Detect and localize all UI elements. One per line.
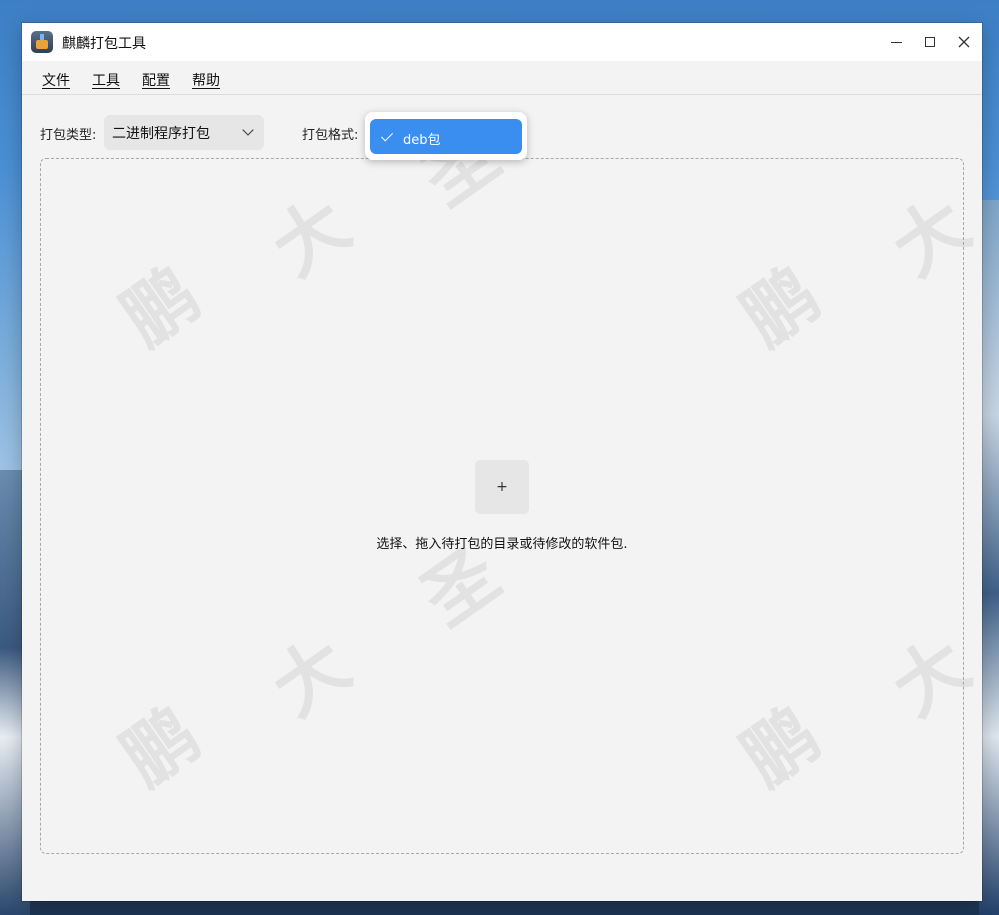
maximize-button[interactable]: [915, 28, 945, 56]
close-icon: [958, 36, 970, 48]
watermark-char: 大: [257, 181, 365, 292]
pack-format-dropdown: deb包: [365, 112, 527, 160]
app-icon: [31, 31, 53, 53]
watermark-char: 大: [257, 621, 365, 732]
watermark-char: 鹏: [107, 691, 215, 802]
watermark-char: 鹏: [107, 251, 215, 362]
pack-format-option-deb[interactable]: deb包: [370, 119, 522, 154]
pack-type-value: 二进制程序打包: [112, 125, 210, 142]
watermark-char: 鹏: [727, 251, 835, 362]
drop-hint: 选择、拖入待打包的目录或待修改的软件包.: [376, 537, 628, 552]
menu-file[interactable]: 文件: [42, 70, 70, 90]
menu-config[interactable]: 配置: [142, 70, 170, 90]
minimize-button[interactable]: [881, 28, 911, 56]
close-button[interactable]: [949, 28, 979, 56]
watermark-char: 大: [877, 181, 985, 292]
minimize-icon: [890, 41, 902, 43]
menu-tools[interactable]: 工具: [92, 70, 120, 90]
chevron-down-icon: [242, 124, 254, 136]
desktop-background-right: [979, 200, 999, 915]
pack-format-option-label: deb包: [403, 133, 441, 148]
menu-help[interactable]: 帮助: [192, 70, 220, 90]
maximize-icon: [925, 37, 935, 47]
pack-type-label: 打包类型:: [40, 128, 97, 143]
add-button[interactable]: +: [475, 460, 529, 514]
check-icon: [380, 129, 394, 142]
watermark-char: 鹏: [727, 691, 835, 802]
app-window: 麒麟打包工具 文件 工具 配置 帮助 打包类型: 二进制程序打包 打包格式: 鹏…: [22, 23, 984, 901]
title-bar: 麒麟打包工具: [22, 23, 982, 61]
menu-bar: 文件 工具 配置 帮助: [22, 61, 982, 95]
window-title: 麒麟打包工具: [62, 36, 146, 52]
watermark-char: 大: [877, 621, 985, 732]
pack-type-select[interactable]: 二进制程序打包: [104, 115, 264, 150]
pack-format-label: 打包格式:: [302, 128, 359, 143]
